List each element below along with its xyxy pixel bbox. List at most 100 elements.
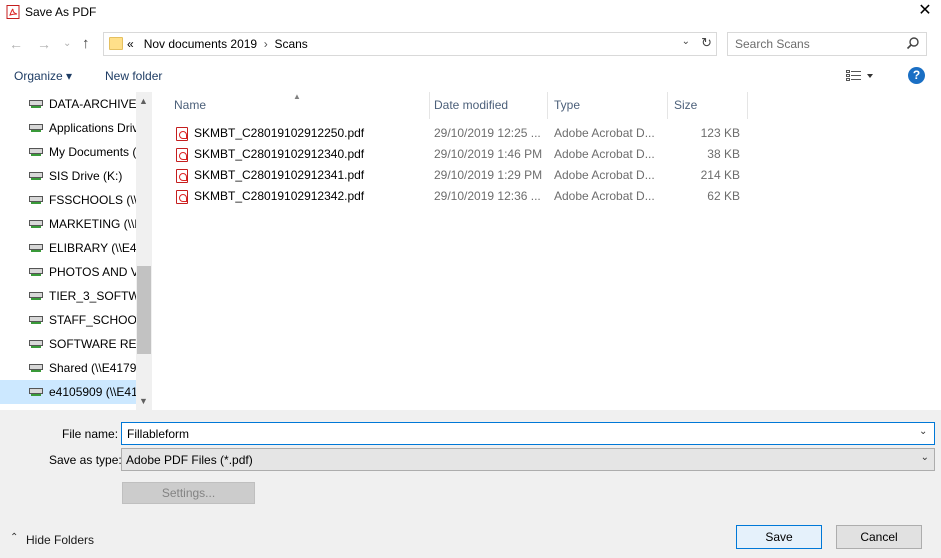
forward-arrow-icon[interactable]: → <box>37 30 51 58</box>
cancel-button[interactable]: Cancel <box>836 525 922 549</box>
sidebar-item-marketing[interactable]: MARKETING (\\E <box>0 212 136 236</box>
scroll-up-icon[interactable]: ▲ <box>139 96 148 106</box>
navigation-pane: DATA-ARCHIVES (\\E4 Applications Drive M… <box>0 92 152 410</box>
file-type: Adobe Acrobat D... <box>554 189 655 203</box>
search-box[interactable]: Search Scans <box>727 32 927 56</box>
network-drive-icon <box>29 340 43 348</box>
sidebar-item-software-register[interactable]: SOFTWARE REGI <box>0 332 136 356</box>
recent-locations-chevron-icon[interactable]: ⌄ <box>63 30 71 58</box>
network-drive-icon <box>29 148 43 156</box>
file-row[interactable]: SKMBT_C28019102912342.pdf 29/10/2019 12:… <box>172 186 762 207</box>
command-toolbar: Organize ▾ New folder ? <box>0 64 941 90</box>
file-name: SKMBT_C28019102912340.pdf <box>194 147 365 161</box>
file-row[interactable]: SKMBT_C28019102912341.pdf 29/10/2019 1:2… <box>172 165 762 186</box>
navigation-pane-scrollbar[interactable] <box>136 92 152 410</box>
save-as-type-value: Adobe PDF Files (*.pdf) <box>126 453 253 467</box>
sidebar-item-applications-drive[interactable]: Applications Drive <box>0 116 136 140</box>
sidebar-item-label: Shared (\\E4179 <box>49 361 136 375</box>
file-name-label: File name: <box>62 427 119 441</box>
address-bar[interactable]: « Nov documents 2019 › Scans ⌄ ↻ <box>103 32 717 56</box>
refresh-icon[interactable]: ↻ <box>701 35 712 51</box>
chevron-down-icon: ⌄ <box>920 452 929 463</box>
file-row[interactable]: SKMBT_C28019102912340.pdf 29/10/2019 1:4… <box>172 144 762 165</box>
save-as-type-label: Save as type: <box>49 453 122 467</box>
save-as-type-select[interactable]: Adobe PDF Files (*.pdf) ⌄ <box>121 448 935 471</box>
sidebar-item-label: SOFTWARE REGI <box>49 337 136 351</box>
back-arrow-icon[interactable]: ← <box>9 30 23 58</box>
sidebar-item-label: SIS Drive (K:) <box>49 169 123 183</box>
column-header-size[interactable]: Size <box>668 92 748 119</box>
pdf-file-icon <box>176 190 188 204</box>
view-options-icon[interactable] <box>846 69 876 83</box>
network-drive-icon <box>29 100 43 108</box>
chevron-up-icon[interactable]: ⌃ <box>10 532 18 543</box>
file-size: 214 KB <box>700 168 740 182</box>
sidebar-item-label: DATA-ARCHIVES (\\E4 <box>49 97 136 111</box>
sidebar-item-label: Applications Drive <box>49 121 136 135</box>
sidebar-item-label: My Documents ( <box>49 145 136 159</box>
folder-icon <box>109 37 123 50</box>
sidebar-item-shared[interactable]: Shared (\\E4179 <box>0 356 136 380</box>
hide-folders-button[interactable]: Hide Folders <box>26 533 94 547</box>
column-header-date-modified[interactable]: Date modified <box>428 92 548 119</box>
network-drive-icon <box>29 244 43 252</box>
column-header-type[interactable]: Type <box>548 92 668 119</box>
file-row[interactable]: SKMBT_C28019102912250.pdf 29/10/2019 12:… <box>172 123 762 144</box>
sidebar-item-photos-and-videos[interactable]: PHOTOS AND VI <box>0 260 136 284</box>
network-drive-icon <box>29 220 43 228</box>
file-type: Adobe Acrobat D... <box>554 126 655 140</box>
breadcrumb: « Nov documents 2019 › Scans <box>127 37 308 51</box>
new-folder-button[interactable]: New folder <box>105 69 162 83</box>
pdf-app-icon <box>6 5 20 19</box>
sidebar-item-label: MARKETING (\\E <box>49 217 136 231</box>
file-name-dropdown-chevron-icon[interactable]: ⌄ <box>919 426 927 437</box>
network-drive-icon <box>29 388 43 396</box>
scroll-down-icon[interactable]: ▼ <box>139 396 148 406</box>
settings-button[interactable]: Settings... <box>122 482 255 504</box>
pdf-file-icon <box>176 148 188 162</box>
file-name-input[interactable] <box>121 422 935 445</box>
save-button[interactable]: Save <box>736 525 822 549</box>
network-drive-icon <box>29 364 43 372</box>
file-size: 38 KB <box>707 147 740 161</box>
network-drive-icon <box>29 172 43 180</box>
sidebar-item-label: ELIBRARY (\\E41 <box>49 241 136 255</box>
breadcrumb-item-nov-documents[interactable]: Nov documents 2019 <box>144 37 257 51</box>
search-input[interactable]: Search Scans <box>735 37 810 51</box>
breadcrumb-separator[interactable]: › <box>264 37 268 51</box>
file-date: 29/10/2019 12:25 ... <box>434 126 541 140</box>
sidebar-item-sis-drive[interactable]: SIS Drive (K:) <box>0 164 136 188</box>
network-drive-icon <box>29 196 43 204</box>
close-button[interactable]: ✕ <box>912 2 938 22</box>
network-drive-icon <box>29 124 43 132</box>
file-type: Adobe Acrobat D... <box>554 168 655 182</box>
file-name: SKMBT_C28019102912342.pdf <box>194 189 365 203</box>
address-dropdown-chevron-icon[interactable]: ⌄ <box>682 36 690 47</box>
scrollbar-thumb[interactable] <box>137 266 151 354</box>
pdf-file-icon <box>176 127 188 141</box>
file-size: 123 KB <box>700 126 740 140</box>
up-arrow-icon[interactable]: ↑ <box>82 30 90 58</box>
window-title: Save As PDF <box>25 5 97 19</box>
file-list: Name ▲ Date modified Type Size SKMBT_C28… <box>152 92 941 410</box>
sidebar-item-label: STAFF_SCHOOL_ <box>49 313 136 327</box>
search-icon[interactable] <box>906 36 920 50</box>
close-icon: ✕ <box>918 2 932 19</box>
file-date: 29/10/2019 1:29 PM <box>434 168 543 182</box>
breadcrumb-item-scans[interactable]: Scans <box>274 37 307 51</box>
navigation-bar: ← → ⌄ ↑ « Nov documents 2019 › Scans ⌄ ↻… <box>0 30 941 58</box>
sidebar-item-elibrary[interactable]: ELIBRARY (\\E41 <box>0 236 136 260</box>
network-drive-icon <box>29 316 43 324</box>
sidebar-item-data-archives[interactable]: DATA-ARCHIVES (\\E4 <box>0 92 136 116</box>
sidebar-item-staff-school[interactable]: STAFF_SCHOOL_ <box>0 308 136 332</box>
organize-button[interactable]: Organize ▾ <box>14 69 72 83</box>
sidebar-item-fsschools[interactable]: FSSCHOOLS (\\E <box>0 188 136 212</box>
breadcrumb-overflow[interactable]: « <box>127 37 134 51</box>
sidebar-item-my-documents[interactable]: My Documents ( <box>0 140 136 164</box>
help-icon[interactable]: ? <box>908 67 925 84</box>
sidebar-item-tier-3-software[interactable]: TIER_3_SOFTWA <box>0 284 136 308</box>
file-name: SKMBT_C28019102912250.pdf <box>194 126 365 140</box>
sidebar-item-e4105909[interactable]: e4105909 (\\E417 <box>0 380 136 404</box>
pdf-file-icon <box>176 169 188 183</box>
network-drive-icon <box>29 268 43 276</box>
